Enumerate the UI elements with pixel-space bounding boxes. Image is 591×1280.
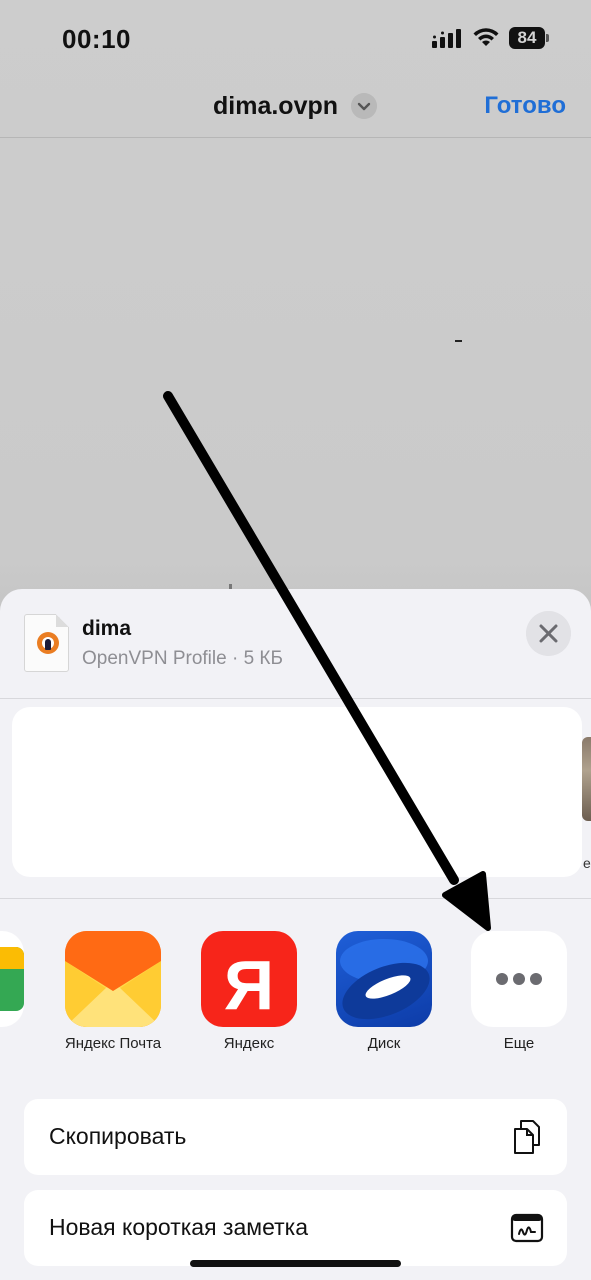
contact-label: е bbox=[583, 855, 591, 871]
openvpn-file-icon bbox=[24, 614, 69, 672]
wifi-icon bbox=[473, 28, 499, 46]
file-subtitle: OpenVPN Profile · 5 КБ bbox=[82, 648, 283, 669]
share-sheet: dima OpenVPN Profile · 5 КБ е Яндекс Поч… bbox=[0, 589, 591, 1280]
share-app-label: Яндекс Почта bbox=[64, 1035, 162, 1052]
yandex-mail-icon bbox=[65, 931, 161, 1027]
document-title[interactable]: dima.ovpn bbox=[213, 92, 338, 121]
home-indicator[interactable] bbox=[190, 1260, 401, 1267]
contact-avatar[interactable] bbox=[582, 737, 591, 821]
share-app-yandex[interactable]: Я Яндекс bbox=[199, 931, 299, 1052]
copy-icon bbox=[514, 1120, 540, 1154]
share-app-label: Яндекс bbox=[223, 1035, 275, 1052]
app-row: Яндекс Почта Я Яндекс Диск Еще bbox=[0, 931, 591, 1066]
svg-text:Я: Я bbox=[224, 946, 274, 1024]
divider bbox=[0, 698, 591, 699]
yandex-disk-icon bbox=[336, 931, 432, 1027]
share-app-label: Диск bbox=[367, 1035, 401, 1052]
more-icon bbox=[471, 931, 567, 1027]
close-icon[interactable] bbox=[526, 611, 571, 656]
action-label: Новая короткая заметка bbox=[49, 1214, 308, 1240]
cellular-signal-icon bbox=[432, 29, 461, 48]
status-bar: 00:10 84 bbox=[0, 0, 591, 80]
document-mark bbox=[455, 340, 462, 342]
share-app-more[interactable]: Еще bbox=[469, 931, 569, 1052]
navigation-bar: dima.ovpn Готово bbox=[0, 80, 591, 138]
share-app-disk[interactable]: Диск bbox=[334, 931, 434, 1052]
yandex-icon: Я bbox=[201, 931, 297, 1027]
action-quick-note[interactable]: Новая короткая заметка bbox=[24, 1190, 567, 1266]
chevron-down-icon[interactable] bbox=[351, 93, 377, 119]
battery-level: 84 bbox=[509, 27, 545, 49]
action-copy[interactable]: Скопировать bbox=[24, 1099, 567, 1175]
share-app-label: Еще bbox=[503, 1035, 535, 1052]
file-name: dima bbox=[82, 617, 132, 640]
quick-note-icon bbox=[510, 1213, 544, 1243]
battery-icon: 84 bbox=[509, 27, 551, 49]
airdrop-contacts-card[interactable] bbox=[12, 707, 582, 877]
share-app-yandex-mail[interactable]: Яндекс Почта bbox=[63, 931, 163, 1052]
divider bbox=[0, 898, 591, 899]
done-button[interactable]: Готово bbox=[484, 92, 566, 120]
app-icon-partial[interactable] bbox=[0, 931, 24, 1027]
status-time: 00:10 bbox=[62, 24, 131, 54]
action-label: Скопировать bbox=[49, 1123, 187, 1149]
